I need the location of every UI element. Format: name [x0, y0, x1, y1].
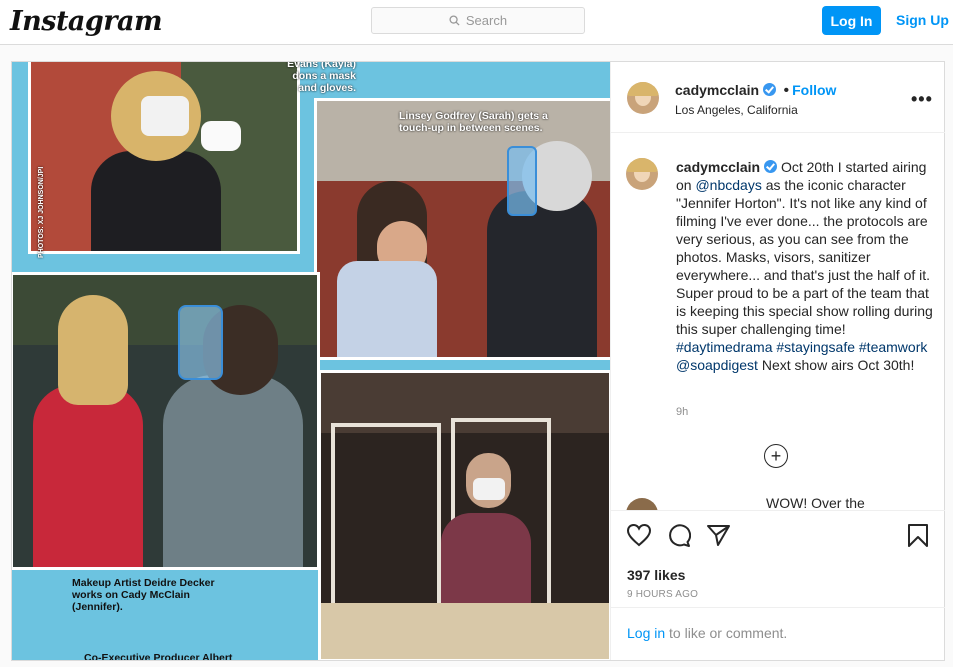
instagram-logo[interactable]: Instagram	[10, 6, 163, 37]
post-timestamp[interactable]: 9 HOURS AGO	[627, 589, 698, 600]
commenter-avatar	[626, 498, 658, 510]
login-button[interactable]: Log In	[822, 6, 881, 35]
photo-credit: PHOTOS: XJ JOHNSON/JPI	[38, 166, 45, 258]
caption-text: cadymcclain Oct 20th I started airing on…	[676, 158, 938, 374]
comment-peek: WOW! Over the	[626, 498, 936, 510]
caption-sarah: Linsey Godfrey (Sarah) gets a touch-up i…	[399, 110, 548, 134]
caption-link[interactable]: @soapdigest	[676, 357, 758, 373]
caption-link[interactable]: #teamwork	[859, 339, 927, 355]
caption-body: Oct 20th I started airing on @nbcdays as…	[676, 159, 933, 373]
caption-segment: as the iconic character "Jennifer Horton…	[676, 177, 933, 337]
comment-bubble-icon[interactable]	[666, 523, 691, 548]
verified-badge-icon	[763, 83, 777, 96]
caption-username[interactable]: cadymcclain	[676, 159, 760, 175]
likes-count[interactable]: 397 likes	[627, 567, 685, 583]
login-link[interactable]: Log in	[627, 625, 665, 641]
username-link[interactable]: cadymcclain	[675, 82, 759, 98]
photo-makeup-artist	[12, 272, 320, 570]
more-options-icon[interactable]: •••	[911, 89, 933, 110]
post-card: Evans (Kayla) dons a mask and gloves. PH…	[11, 61, 945, 661]
login-suffix: to like or comment.	[665, 625, 788, 641]
search-input[interactable]: Search	[371, 7, 585, 34]
signup-link[interactable]: Sign Up	[896, 12, 949, 28]
action-bar: 397 likes 9 HOURS AGO	[611, 510, 945, 607]
share-send-icon[interactable]	[706, 523, 731, 547]
search-placeholder: Search	[465, 13, 508, 28]
verified-badge-icon	[764, 160, 778, 173]
post-image[interactable]: Evans (Kayla) dons a mask and gloves. PH…	[12, 62, 610, 660]
top-navigation: Instagram Search Log In Sign Up	[0, 0, 953, 45]
photo-producer	[318, 370, 610, 660]
header-user-line: cadymcclain • Follow	[675, 82, 836, 100]
caption-segment: Next show airs Oct 30th!	[757, 357, 915, 373]
caption-producer-cut: Co-Executive Producer Albert	[84, 652, 233, 660]
caption-link[interactable]: @nbcdays	[695, 177, 761, 193]
caption-link[interactable]: #stayingsafe	[776, 339, 855, 355]
search-icon	[449, 15, 460, 26]
caption-avatar[interactable]	[626, 158, 658, 190]
like-heart-icon[interactable]	[626, 523, 652, 547]
caption-link[interactable]: #daytimedrama	[676, 339, 773, 355]
save-bookmark-icon[interactable]	[907, 523, 929, 548]
photo-sarah-touchup	[314, 98, 610, 360]
dot-separator: •	[783, 82, 790, 99]
peek-comment-text: WOW! Over the	[766, 498, 865, 510]
post-sidebar: cadymcclain • Follow Los Angeles, Califor…	[610, 62, 945, 660]
caption-kayla: Evans (Kayla) dons a mask and gloves.	[287, 62, 356, 94]
avatar[interactable]	[627, 82, 659, 114]
location-link[interactable]: Los Angeles, California	[675, 103, 798, 117]
caption-time: 9h	[676, 406, 689, 418]
follow-button[interactable]: Follow	[792, 82, 836, 98]
post-header: cadymcclain • Follow Los Angeles, Califor…	[611, 62, 945, 133]
load-more-comments-icon[interactable]: +	[764, 444, 788, 468]
login-prompt: Log in to like or comment.	[611, 607, 945, 660]
caption-makeup: Makeup Artist Deidre Decker works on Cad…	[72, 577, 215, 613]
